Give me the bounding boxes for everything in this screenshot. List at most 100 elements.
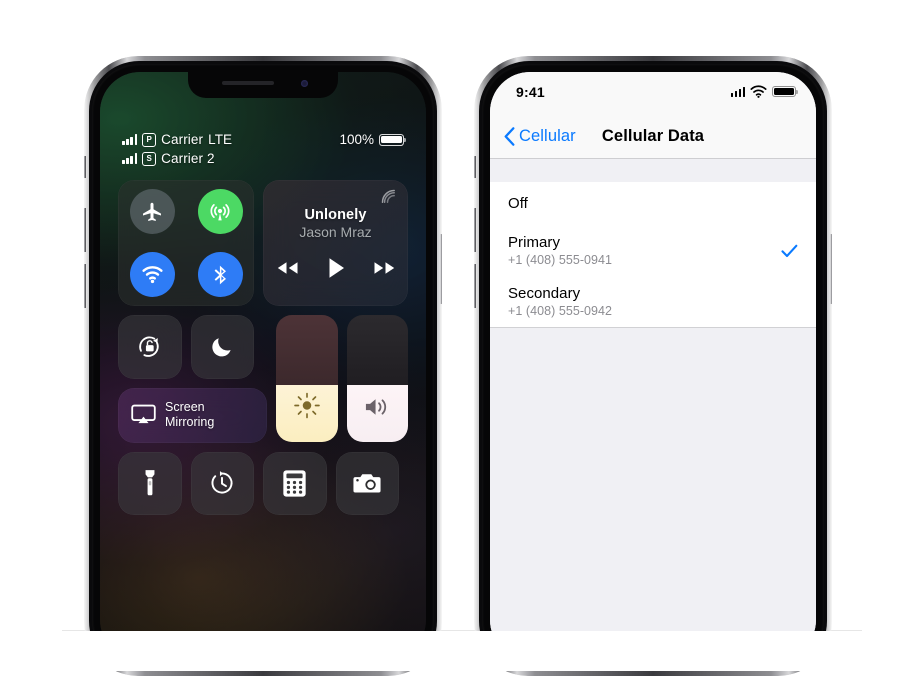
calculator-icon (283, 470, 306, 497)
battery-percent-label: 100% (339, 132, 374, 147)
list-item-title: Secondary (508, 285, 581, 302)
section-gap (490, 158, 816, 182)
volume-down-button[interactable] (84, 264, 86, 308)
list-item-title: Off (508, 195, 528, 212)
screen-mirroring-label-line1: Screen (165, 400, 205, 415)
list-item-primary[interactable]: Primary +1 (408) 555-0941 (490, 225, 816, 276)
mute-switch[interactable] (84, 156, 86, 178)
cc-row-top: Unlonely Jason Mraz (118, 180, 408, 306)
brightness-sun-icon (293, 392, 320, 419)
airplane-icon (143, 202, 161, 221)
wifi-icon (750, 85, 767, 98)
carrier-row-primary: P Carrier LTE 100% (122, 130, 407, 149)
moon-icon (212, 338, 231, 357)
volume-slider[interactable] (346, 315, 408, 442)
airplay-audio-icon[interactable] (380, 188, 397, 205)
battery-fill (381, 135, 402, 144)
screen-mirroring-label: Screen Mirroring (165, 400, 214, 430)
brightness-slider[interactable] (276, 315, 338, 442)
bluetooth-toggle[interactable] (197, 252, 243, 297)
side-power-button[interactable] (440, 234, 442, 304)
bottom-white-area (0, 631, 924, 671)
right-status-bar: 9:41 (490, 72, 816, 114)
volume-down-button-right[interactable] (474, 264, 476, 308)
front-camera-icon (301, 80, 308, 87)
rewind-icon[interactable] (274, 259, 301, 277)
signal-bars-secondary-icon (122, 153, 138, 164)
airplay-video-icon (131, 404, 156, 424)
wifi-toggle[interactable] (129, 252, 175, 297)
cc-row-shortcuts (118, 451, 408, 515)
cellular-antenna-icon (210, 203, 230, 220)
camera-icon (353, 474, 381, 493)
airplane-mode-toggle[interactable] (129, 189, 175, 234)
battery-icon (379, 133, 407, 146)
sim-badge-secondary-icon: S (142, 151, 157, 166)
battery-icon (772, 85, 799, 98)
list-item-texts: Primary +1 (408) 555-0941 (508, 234, 612, 267)
play-icon[interactable] (325, 256, 347, 280)
list-item-title: Primary (508, 234, 561, 251)
sim-badge-primary-icon: P (142, 132, 157, 147)
timer-icon (211, 471, 233, 494)
cellular-data-options-list: Off Primary +1 (408) 555-0941 Secondary … (490, 182, 816, 327)
back-button-label: Cellular (519, 126, 576, 145)
carrier-network-primary: LTE (208, 132, 233, 147)
battery-status-group: 100% (339, 130, 407, 149)
cc-row-middle: Screen Mirroring (118, 315, 408, 443)
left-phone-screen: P Carrier LTE 100% S Carrier 2 Unlonely … (100, 72, 426, 660)
carrier-name-secondary: Carrier 2 (161, 151, 215, 166)
do-not-disturb-toggle[interactable] (190, 315, 254, 379)
status-bar-indicators (730, 85, 799, 98)
timer-toggle[interactable] (190, 451, 254, 515)
cc-small-toggle-row (118, 315, 267, 379)
playback-controls (274, 256, 398, 280)
camera-toggle[interactable] (335, 451, 399, 515)
speaker-wave-icon (366, 399, 387, 415)
checkmark-icon (781, 244, 798, 257)
right-phone-device: 9:41 Cellular Cellular Data Off Primary … (474, 56, 832, 676)
rotation-lock-toggle[interactable] (118, 315, 182, 379)
list-item-secondary[interactable]: Secondary +1 (408) 555-0942 (490, 276, 816, 327)
list-item-subtitle: +1 (408) 555-0941 (508, 253, 613, 267)
screen-mirroring-tile[interactable]: Screen Mirroring (118, 387, 267, 443)
flashlight-toggle[interactable] (118, 451, 182, 515)
status-bar-time: 9:41 (516, 84, 545, 100)
earpiece-speaker (222, 81, 274, 85)
volume-up-button[interactable] (84, 208, 86, 252)
mute-switch-right[interactable] (474, 156, 476, 178)
battery-fill (774, 88, 794, 95)
left-status-bar: P Carrier LTE 100% S Carrier 2 (100, 130, 426, 168)
wifi-icon (141, 266, 163, 284)
list-item-texts: Secondary +1 (408) 555-0942 (508, 285, 612, 318)
now-playing-artist: Jason Mraz (299, 223, 372, 240)
control-center-grid: Unlonely Jason Mraz Screen Mirroring (118, 180, 408, 524)
right-phone-screen: 9:41 Cellular Cellular Data Off Primary … (490, 72, 816, 660)
left-phone-device: P Carrier LTE 100% S Carrier 2 Unlonely … (84, 56, 442, 676)
screen-mirroring-label-line2: Mirroring (165, 415, 215, 429)
carrier-name-primary: Carrier (161, 132, 204, 147)
side-power-button-right[interactable] (830, 234, 832, 304)
cc-middle-left-stack: Screen Mirroring (118, 315, 267, 443)
chevron-left-icon (504, 126, 515, 146)
calculator-toggle[interactable] (263, 451, 327, 515)
fast-forward-icon[interactable] (371, 259, 398, 277)
volume-up-button-right[interactable] (474, 208, 476, 252)
rotation-lock-icon (139, 336, 159, 358)
cellular-data-toggle[interactable] (197, 189, 243, 234)
screenshot-stage: P Carrier LTE 100% S Carrier 2 Unlonely … (0, 0, 924, 676)
flashlight-icon (145, 470, 155, 496)
now-playing-tile[interactable]: Unlonely Jason Mraz (263, 180, 408, 306)
connectivity-tile[interactable] (118, 180, 254, 306)
signal-bars-icon (122, 134, 138, 145)
carrier-row-secondary: S Carrier 2 (122, 149, 404, 168)
row-separator (490, 326, 816, 327)
back-button[interactable]: Cellular (504, 127, 576, 146)
now-playing-title: Unlonely (304, 206, 367, 223)
bluetooth-icon (214, 265, 226, 284)
navigation-bar: Cellular Cellular Data (490, 114, 816, 158)
list-item-off[interactable]: Off (490, 182, 816, 225)
list-item-texts: Off (508, 195, 528, 212)
cellular-bars-icon (730, 86, 745, 97)
left-phone-notch (188, 72, 338, 98)
